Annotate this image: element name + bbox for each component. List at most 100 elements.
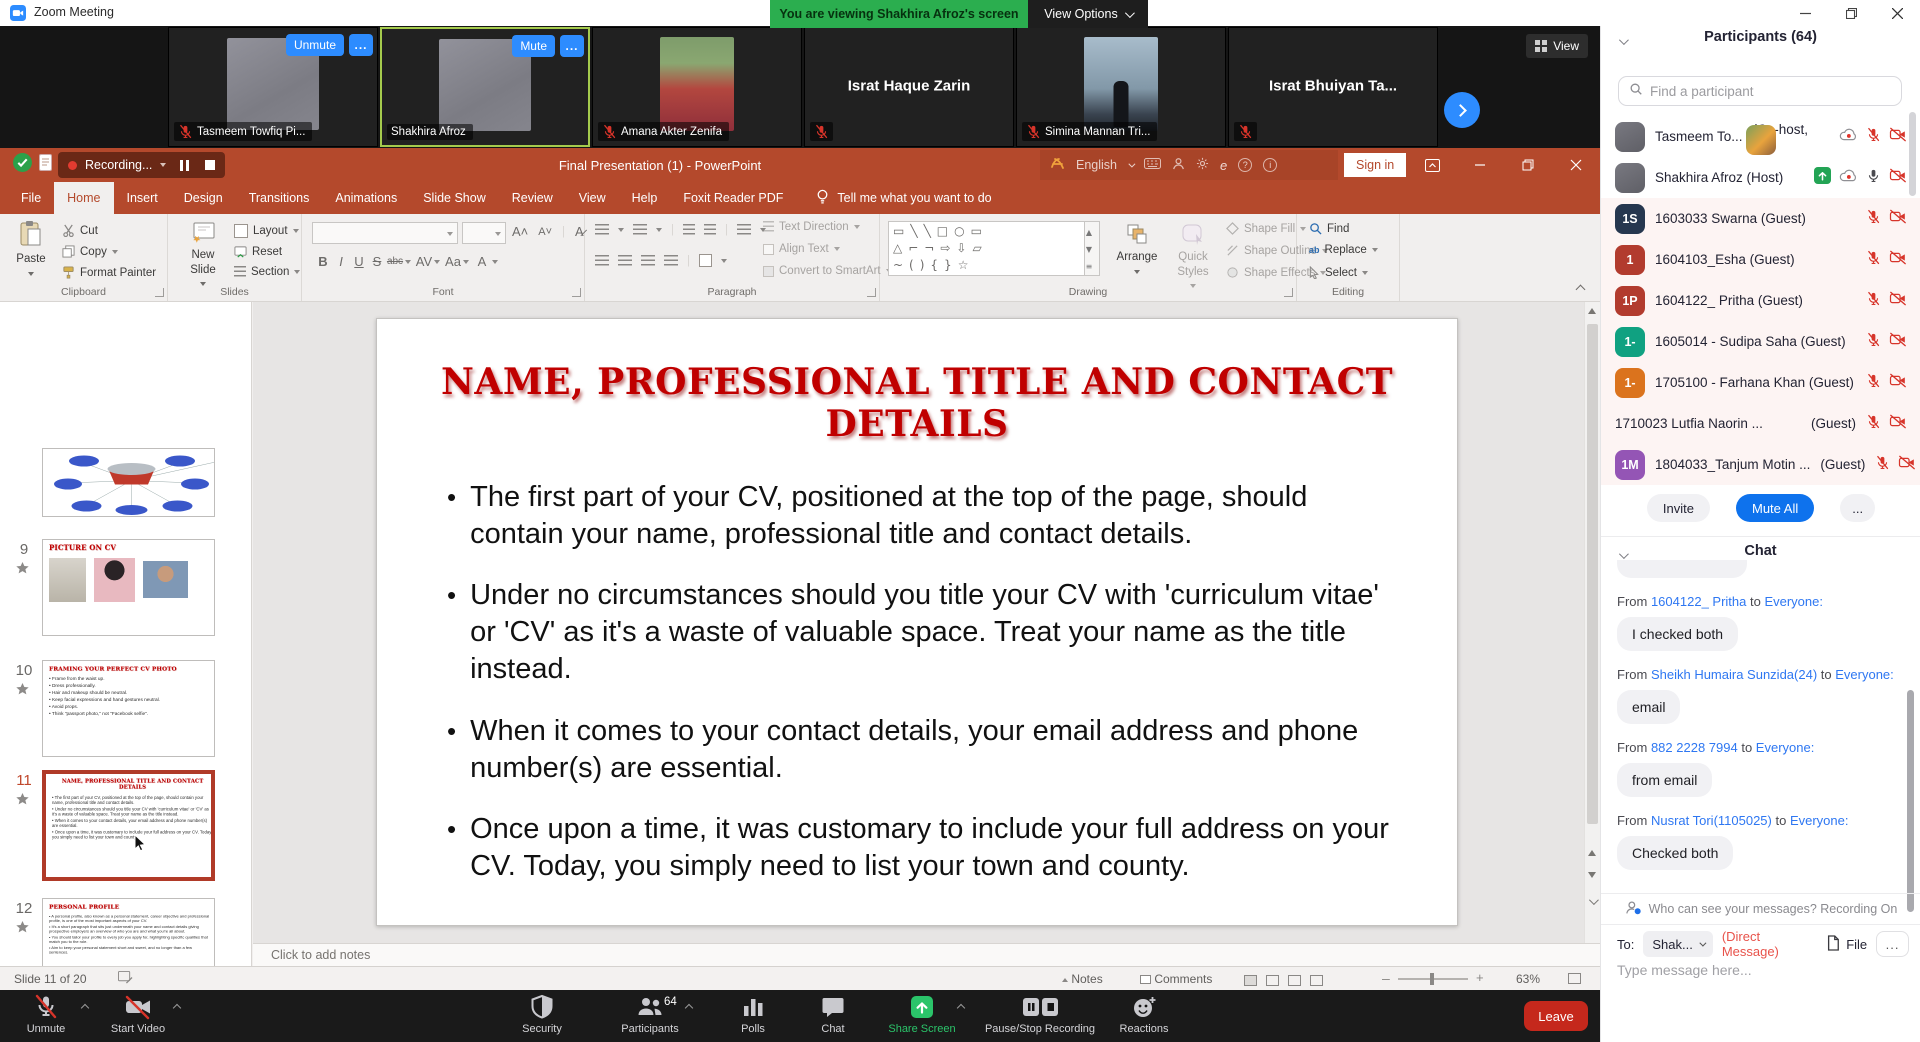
ppt-restore-button[interactable]: [1504, 148, 1552, 182]
chevron-up-icon[interactable]: [958, 1002, 964, 1014]
numbering-button[interactable]: [633, 224, 647, 236]
participant-search[interactable]: [1618, 76, 1902, 106]
leave-button[interactable]: Leave: [1524, 1001, 1588, 1031]
pause-recording-button[interactable]: [180, 160, 189, 171]
replace-button[interactable]: abReplace: [1309, 244, 1378, 256]
minimize-button[interactable]: [1782, 0, 1828, 26]
align-text-button[interactable]: Align Text: [763, 243, 840, 255]
chat-input[interactable]: [1617, 962, 1909, 978]
line-spacing-button[interactable]: [737, 224, 751, 236]
chat-recipient[interactable]: Everyone:: [1764, 594, 1823, 609]
chat-sender[interactable]: Nusrat Tori(1105025): [1651, 813, 1772, 828]
tab-insert[interactable]: Insert: [114, 182, 171, 214]
chat-sender[interactable]: 882 2228 7994: [1651, 740, 1738, 755]
font-style-s[interactable]: S: [368, 254, 386, 269]
chat-recipient[interactable]: Everyone:: [1790, 813, 1849, 828]
toolbar-share-screen[interactable]: Share Screen: [862, 994, 982, 1035]
font-style-av[interactable]: AV: [415, 254, 433, 269]
text-direction-button[interactable]: Text Direction: [763, 221, 860, 233]
chat-scrollbar[interactable]: [1907, 690, 1914, 912]
video-tile[interactable]: Israt Bhuiyan Ta...: [1228, 27, 1438, 147]
participant-row[interactable]: 1710023 Lutfia Naorin ...(Guest): [1601, 403, 1920, 444]
font-style-u[interactable]: U: [350, 254, 368, 269]
chat-bubble[interactable]: I checked both: [1617, 617, 1738, 651]
video-tile[interactable]: Simina Mannan Tri...: [1016, 27, 1226, 147]
chat-recipient[interactable]: Everyone:: [1835, 667, 1894, 682]
notes-toggle[interactable]: Notes: [1062, 972, 1103, 986]
paste-button[interactable]: Paste: [6, 220, 56, 281]
language-status-icon[interactable]: [118, 971, 133, 987]
slide-title[interactable]: NAME, PROFESSIONAL TITLE AND CONTACT DET…: [377, 361, 1457, 445]
shape-fill-button[interactable]: Shape Fill: [1226, 222, 1306, 235]
cut-button[interactable]: Cut: [62, 224, 98, 237]
font-size-select[interactable]: [462, 222, 506, 244]
chevron-down-icon[interactable]: [160, 163, 166, 167]
participant-row[interactable]: 1M1804033_Tanjum Motin ...(Guest): [1601, 444, 1920, 485]
font-dialog-launcher[interactable]: [572, 288, 581, 297]
tab-file[interactable]: File: [8, 182, 54, 214]
ppt-minimize-button[interactable]: [1456, 148, 1504, 182]
recording-bar[interactable]: Recording...: [58, 152, 225, 178]
tab-home[interactable]: Home: [54, 182, 113, 214]
chat-sender[interactable]: Sheikh Humaira Sunzida(24): [1651, 667, 1817, 682]
slide-thumbnail[interactable]: FRAMING YOUR PERFECT CV PHOTO• Frame fro…: [42, 660, 215, 757]
chevron-down-icon[interactable]: [1128, 160, 1135, 167]
toolbar-pause-stop-recording[interactable]: Pause/Stop Recording: [980, 994, 1100, 1035]
tell-me-box[interactable]: Tell me what you want to do: [816, 182, 991, 214]
video-tile[interactable]: Amana Akter Zenifa: [592, 27, 802, 147]
slide-bullet[interactable]: When it comes to your contact details, y…: [447, 713, 1392, 787]
chat-bubble[interactable]: from email: [1617, 763, 1712, 797]
file-button[interactable]: File: [1826, 935, 1867, 954]
new-slide-button[interactable]: New Slide: [178, 220, 228, 292]
decrease-indent-button[interactable]: [683, 224, 695, 236]
shapes-scroll[interactable]: ▲▼≡: [1084, 222, 1099, 276]
section-button[interactable]: Section: [234, 266, 300, 278]
toolbar-start-video[interactable]: Start Video: [78, 994, 198, 1035]
chat-bubble[interactable]: email: [1617, 690, 1680, 724]
participant-row[interactable]: 11604103_Esha (Guest): [1601, 239, 1920, 280]
sign-in-button[interactable]: Sign in: [1344, 153, 1406, 177]
participants-scrollbar[interactable]: [1909, 112, 1916, 196]
font-style-abc[interactable]: abc: [386, 256, 404, 267]
font-style-aa[interactable]: Aa: [444, 254, 462, 269]
gear-icon[interactable]: [1196, 157, 1209, 173]
slide-bullet[interactable]: The first part of your CV, positioned at…: [447, 479, 1392, 553]
video-tile[interactable]: Israt Haque Zarin: [804, 27, 1014, 147]
tab-review[interactable]: Review: [499, 182, 566, 214]
slide-body[interactable]: The first part of your CV, positioned at…: [447, 479, 1392, 909]
tab-animations[interactable]: Animations: [322, 182, 410, 214]
slide-thumbnail[interactable]: PICTURE ON CV: [42, 539, 215, 636]
ribbon-display-options-button[interactable]: [1408, 148, 1456, 182]
search-input[interactable]: [1650, 84, 1880, 99]
participant-row[interactable]: 1P1604122_ Pritha (Guest): [1601, 280, 1920, 321]
maximize-button[interactable]: [1828, 0, 1874, 26]
reset-button[interactable]: Reset: [234, 245, 282, 258]
tile-mute-button[interactable]: Unmute: [286, 34, 344, 56]
columns-button[interactable]: [699, 254, 712, 267]
select-button[interactable]: Select: [1309, 266, 1368, 279]
paragraph-dialog-launcher[interactable]: [867, 288, 876, 297]
previous-slide-button[interactable]: [1588, 850, 1596, 856]
tab-slide-show[interactable]: Slide Show: [410, 182, 499, 214]
format-painter-button[interactable]: Format Painter: [62, 266, 156, 279]
language-bar[interactable]: English e ? i: [1040, 150, 1338, 180]
shrink-font-button[interactable]: A˅: [538, 226, 552, 238]
view-options-button[interactable]: View Options: [1028, 0, 1148, 28]
zoom-in-button[interactable]: +: [1476, 970, 1484, 985]
font-style-b[interactable]: B: [314, 254, 332, 269]
chat-sender[interactable]: 1604122_ Pritha: [1651, 594, 1746, 609]
toolbar-participants[interactable]: Participants64: [590, 994, 710, 1035]
bullets-button[interactable]: [595, 224, 609, 236]
zoom-percentage[interactable]: 63%: [1516, 972, 1540, 986]
quick-styles-button[interactable]: Quick Styles: [1168, 222, 1218, 294]
slide-scrollbar[interactable]: [1584, 302, 1600, 943]
chat-bubble[interactable]: Checked both: [1617, 836, 1733, 870]
font-style-i[interactable]: I: [332, 254, 350, 269]
chat-recipient[interactable]: Everyone:: [1756, 740, 1815, 755]
slide-thumbnail[interactable]: NAME, PROFESSIONAL TITLE AND CONTACT DET…: [42, 770, 215, 881]
participant-row[interactable]: 1-1605014 - Sudipa Saha (Guest): [1601, 321, 1920, 362]
drawing-dialog-launcher[interactable]: [1284, 288, 1293, 297]
participant-row[interactable]: Shakhira Afroz (Host): [1601, 157, 1920, 198]
clear-formatting-button[interactable]: A̷: [575, 224, 584, 239]
person-icon[interactable]: [1172, 157, 1185, 173]
